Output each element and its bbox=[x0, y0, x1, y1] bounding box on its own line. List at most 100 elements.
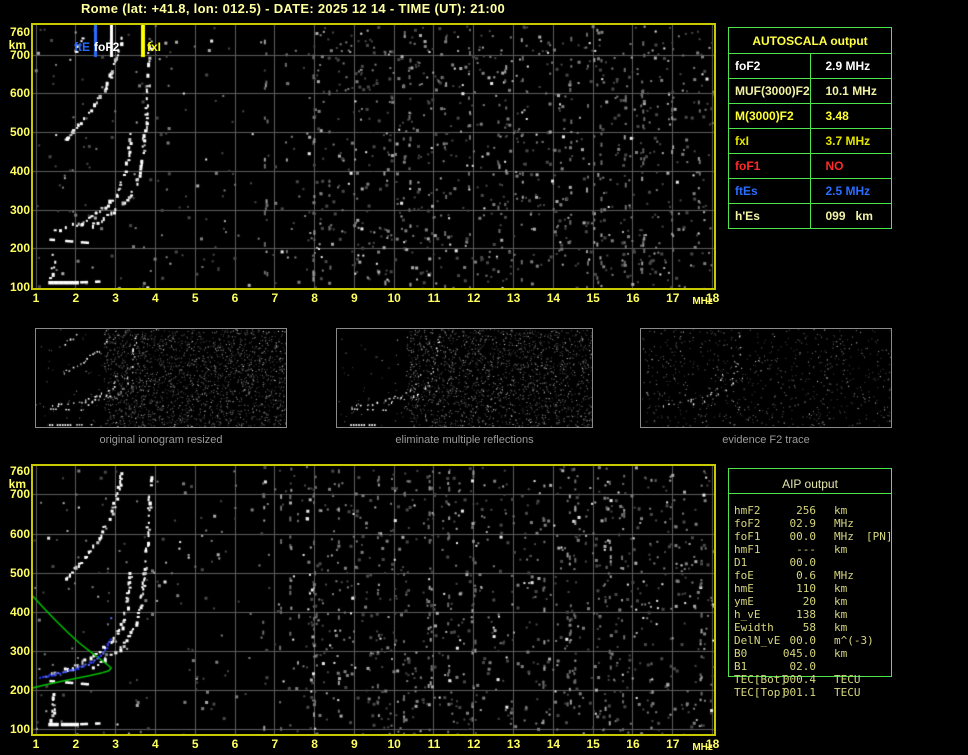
ionogram-bottom-y-tick-km: km bbox=[8, 477, 26, 492]
caption-eliminate-reflections: eliminate multiple reflections bbox=[395, 434, 534, 446]
aip-param-value: 110 bbox=[796, 582, 816, 595]
aip-param-label: hmF1 bbox=[734, 543, 761, 556]
ionogram-top-x-tick-12: 12 bbox=[467, 291, 481, 305]
ionogram-top-y-tick-400: 400 bbox=[9, 163, 30, 178]
ionogram-top-x-tick-16: 16 bbox=[626, 291, 640, 305]
ionogram-top-y-tick-500: 500 bbox=[9, 125, 30, 140]
ionogram-top-x-tick-1: 1 bbox=[32, 291, 40, 305]
aip-param-value: 00.0 bbox=[789, 530, 817, 543]
aip-param-value: 138 bbox=[796, 608, 816, 621]
aip-param-extra: [PN] bbox=[866, 530, 893, 543]
aip-param-unit: km bbox=[834, 621, 848, 634]
aip-param-value: 0.6 bbox=[796, 569, 816, 582]
aip-param-value: 00.0 bbox=[789, 556, 817, 569]
aip-param-value: 256 bbox=[796, 504, 816, 517]
autoscala-screen: Rome (lat: +41.8, lon: 012.5) - DATE: 20… bbox=[0, 0, 968, 755]
aip-param-value: 02.0 bbox=[789, 660, 817, 673]
aip-row-tectop: TEC[Top] 001.1 TECU bbox=[728, 686, 968, 699]
ionogram-top-x-tick-2: 2 bbox=[72, 291, 80, 305]
thumbnail-original-canvas bbox=[36, 329, 286, 427]
aip-param-unit: MHz bbox=[834, 517, 854, 530]
autoscala-row-muf3000f2: MUF(3000)F2 10.1 MHz bbox=[728, 78, 892, 104]
ionogram-bottom-x-tick-10: 10 bbox=[387, 737, 401, 751]
aip-param-label: ymE bbox=[734, 595, 754, 608]
ionogram-bottom-y-tick-600: 600 bbox=[9, 526, 30, 541]
ionogram-bottom-x-tick-13: 13 bbox=[506, 737, 521, 751]
ionogram-bottom-x-tick-2: 2 bbox=[72, 737, 80, 751]
ionogram-top-x-tick-3: 3 bbox=[112, 291, 119, 305]
ionogram-bottom-y-tick-300: 300 bbox=[9, 643, 30, 658]
aip-param-unit: km bbox=[834, 608, 848, 621]
ionogram-bottom-x-axis-unit: MHz bbox=[692, 742, 713, 753]
aip-param-label: h_vE bbox=[734, 608, 761, 621]
ionogram-top-y-tick-100: 100 bbox=[9, 280, 30, 295]
ionogram-bottom-x-tick-4: 4 bbox=[152, 737, 159, 751]
autoscala-row-fof1: foF1 NO bbox=[728, 153, 892, 179]
autoscala-param-label: fxI bbox=[728, 128, 811, 154]
aip-table-title: AIP output bbox=[782, 477, 838, 491]
aip-param-value: 045.0 bbox=[782, 647, 816, 660]
autoscala-row-ftes: ftEs 2.5 MHz bbox=[728, 178, 892, 204]
ionogram-bottom-x-tick-17: 17 bbox=[666, 737, 680, 751]
ionogram-top-y-tick-760: 760 bbox=[9, 24, 30, 39]
page-title: Rome (lat: +41.8, lon: 012.5) - DATE: 20… bbox=[80, 1, 506, 16]
autoscala-param-value: 2.9 MHz bbox=[809, 53, 892, 79]
aip-param-value: 001.1 bbox=[782, 686, 816, 699]
ionogram-bottom-x-tick-15: 15 bbox=[586, 737, 600, 751]
ionogram-bottom-x-tick-3: 3 bbox=[112, 737, 119, 751]
ionogram-top-y-tick-200: 200 bbox=[9, 241, 30, 256]
aip-param-value: 000.4 bbox=[782, 673, 816, 686]
thumbnail-original-ionogram bbox=[35, 328, 287, 428]
autoscala-param-label: MUF(3000)F2 bbox=[728, 78, 811, 104]
aip-param-value: 58 bbox=[802, 621, 816, 634]
aip-row-ewidth: Ewidth 58 km bbox=[728, 621, 968, 634]
ionogram-bottom-x-tick-6: 6 bbox=[231, 737, 239, 751]
ionogram-bottom-y-tick-100: 100 bbox=[9, 721, 30, 736]
aip-row-fof2: foF2 02.9 MHz bbox=[728, 517, 968, 530]
thumbnail-f2-trace bbox=[640, 328, 892, 428]
aip-param-unit: TECU bbox=[834, 686, 861, 699]
aip-row-delnve: DelN_vE 00.0 m^(-3) bbox=[728, 634, 968, 647]
autoscala-param-value: 10.1 MHz bbox=[809, 78, 892, 104]
autoscala-param-label: M(3000)F2 bbox=[728, 103, 811, 129]
ionogram-top-x-tick-17: 17 bbox=[666, 291, 680, 305]
ionogram-bottom-x-tick-16: 16 bbox=[626, 737, 640, 751]
caption-original-ionogram: original ionogram resized bbox=[99, 434, 223, 446]
ionogram-top-x-tick-5: 5 bbox=[191, 291, 199, 305]
ionogram-top-x-tick-18: 18 bbox=[705, 291, 720, 305]
autoscala-param-value: 2.5 MHz bbox=[809, 178, 892, 204]
aip-parameter-list: hmF2 256 km foF2 02.9 MHz foF1 00.0 MHz [PN] hmF1 -… bbox=[728, 504, 968, 704]
thumbnail-no-multiples bbox=[336, 328, 593, 428]
thumbnail-no-multiples-canvas bbox=[337, 329, 592, 427]
caption-evidence-f2: evidence F2 trace bbox=[722, 434, 810, 446]
aip-row-yme: ymE 20 km bbox=[728, 595, 968, 608]
aip-param-value: 20 bbox=[802, 595, 816, 608]
aip-row-hmf2: hmF2 256 km bbox=[728, 504, 968, 517]
aip-param-label: B0 bbox=[734, 647, 748, 660]
ionogram-top-x-tick-4: 4 bbox=[152, 291, 159, 305]
autoscala-row-fof2: foF2 2.9 MHz bbox=[728, 53, 892, 79]
profile-ionogram-plot bbox=[31, 464, 716, 736]
aip-row-fof1: foF1 00.0 MHz [PN] bbox=[728, 530, 968, 543]
autoscala-param-value: 3.7 MHz bbox=[809, 128, 892, 154]
aip-row-d1: D1 00.0 bbox=[728, 556, 968, 569]
aip-param-label: hmE bbox=[734, 582, 754, 595]
ionogram-bottom-x-tick-7: 7 bbox=[271, 737, 279, 751]
ionogram-top-x-tick-9: 9 bbox=[351, 291, 358, 305]
aip-param-label: foF2 bbox=[734, 517, 761, 530]
aip-param-unit: km bbox=[834, 647, 848, 660]
aip-param-value: 02.9 bbox=[789, 517, 817, 530]
autoscala-row-hes: h'Es 099 km bbox=[728, 203, 892, 229]
autoscala-header-row: AUTOSCALA output bbox=[728, 27, 892, 54]
ionogram-top-x-tick-11: 11 bbox=[427, 291, 441, 305]
aip-row-tecbot: TEC[Bot] 000.4 TECU bbox=[728, 673, 968, 686]
ionogram-bottom-x-tick-9: 9 bbox=[351, 737, 358, 751]
autoscala-param-label: foF2 bbox=[728, 53, 811, 79]
ionogram-bottom-x-tick-14: 14 bbox=[546, 737, 561, 751]
aip-param-unit: m^(-3) bbox=[834, 634, 874, 647]
thumbnail-f2-trace-canvas bbox=[641, 329, 891, 427]
ionogram-bottom-y-tick-500: 500 bbox=[9, 565, 30, 580]
ionogram-top-y-tick-300: 300 bbox=[9, 202, 30, 217]
ionogram-bottom-y-tick-200: 200 bbox=[9, 682, 30, 697]
aip-row-hve: h_vE 138 km bbox=[728, 608, 968, 621]
